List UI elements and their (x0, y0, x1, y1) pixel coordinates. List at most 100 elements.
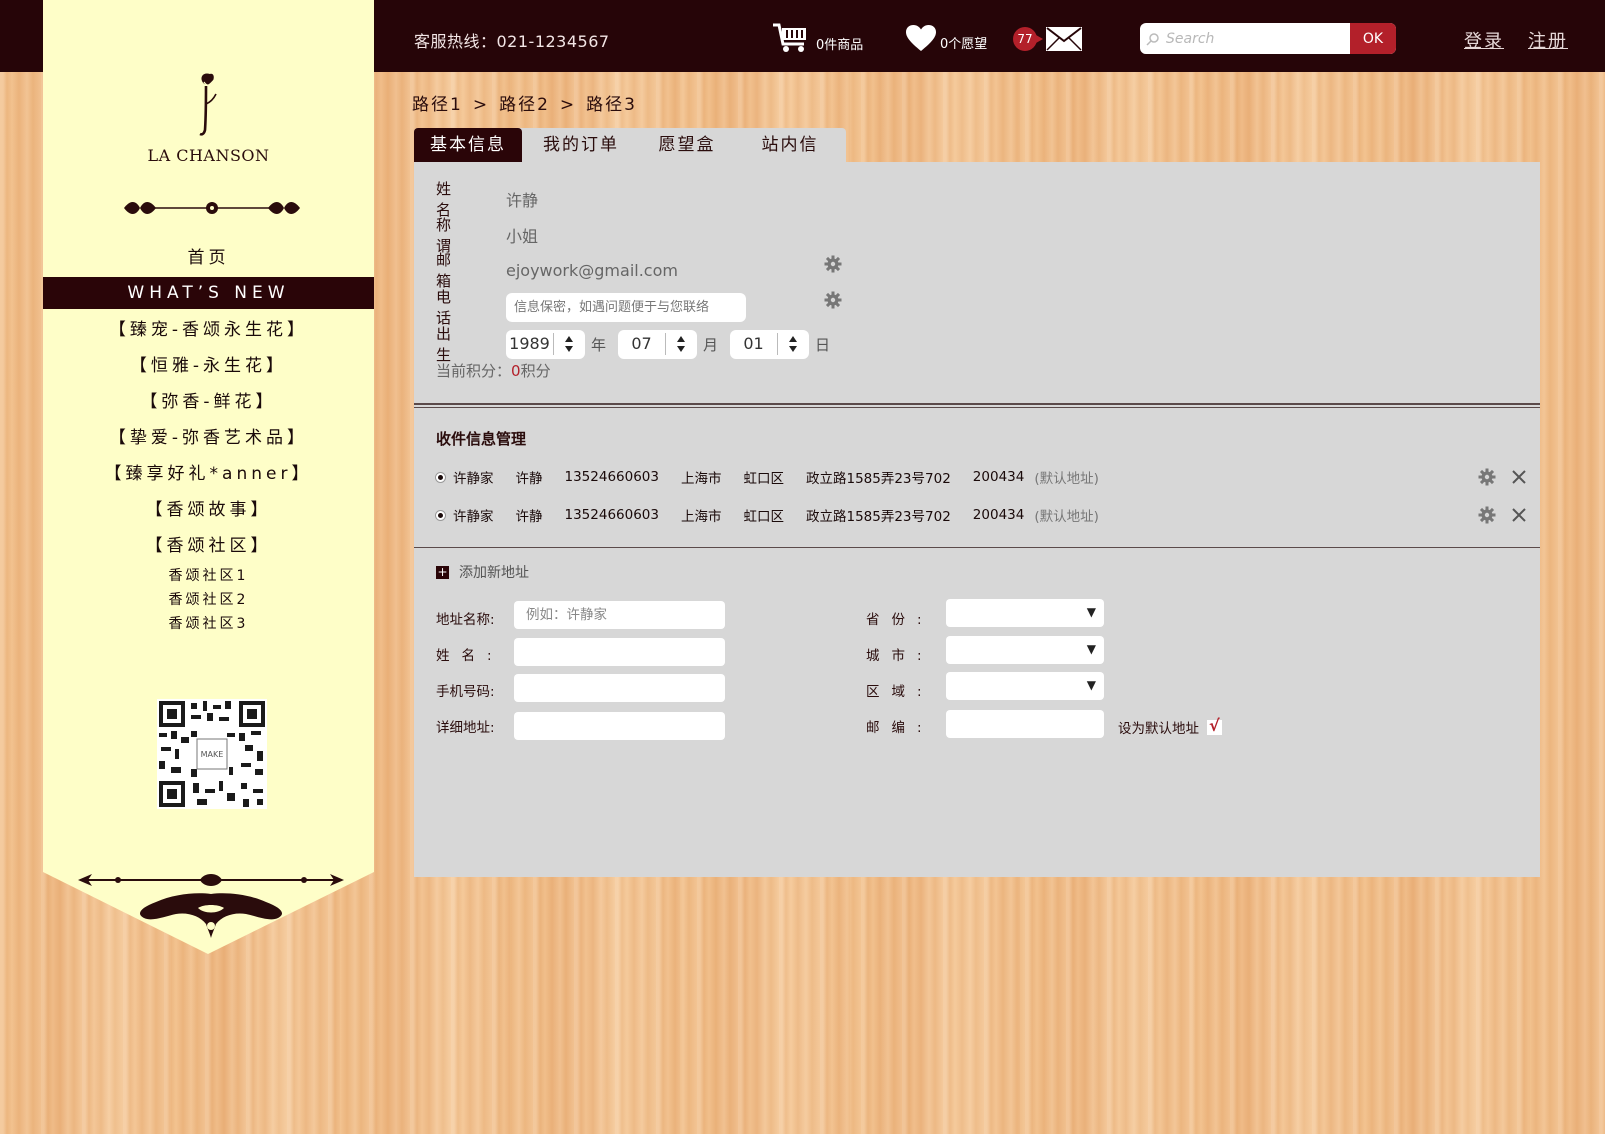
nav-community-2[interactable]: 香颂社区2 (43, 588, 374, 612)
year-stepper[interactable]: 1989 (506, 329, 585, 359)
divider-ornament-icon (124, 202, 300, 214)
delete-address-close-icon[interactable] (1512, 470, 1526, 484)
day-stepper[interactable]: 01 (730, 329, 810, 359)
default-address-tag: (默认地址) (1034, 471, 1099, 487)
set-default-checkbox[interactable]: 设为默认地址 √ (1118, 716, 1222, 737)
hotline-text: 客服热线：021-1234567 (414, 32, 610, 51)
mobile-input[interactable] (514, 674, 725, 702)
edit-phone-gear-icon[interactable] (824, 291, 842, 309)
chevron-down-icon: ▼ (1086, 642, 1096, 656)
search-button[interactable]: OK (1350, 23, 1396, 54)
address-row[interactable]: 许静家 许静 13524660603 上海市 虹口区 政立路1585弄23号70… (436, 465, 1526, 489)
area-select[interactable]: ▼ (946, 672, 1104, 700)
breadcrumb-separator: > (559, 95, 577, 115)
tab-messages[interactable]: 站内信 (734, 128, 846, 162)
nav-eternal-flowers[interactable]: 【臻宠-香颂永生花】 (43, 312, 374, 348)
nav-community-3[interactable]: 香颂社区3 (43, 612, 374, 636)
add-new-address-button[interactable]: + 添加新地址 (436, 562, 529, 582)
name-value: 许静 (506, 191, 539, 210)
address-city: 上海市 (680, 471, 722, 487)
address-street: 政立路1585弄23号702 (805, 471, 951, 487)
nav-community[interactable]: 【香颂社区】 (43, 528, 374, 564)
email-label: 邮箱 (436, 251, 482, 290)
nav-art[interactable]: 【挚爱-弥香艺术品】 (43, 420, 374, 456)
messages-link[interactable]: 77 (1013, 26, 1083, 52)
edit-email-gear-icon[interactable] (824, 255, 842, 273)
mobile-label: 手机号码: (436, 684, 495, 700)
address-alias-input[interactable] (514, 601, 725, 629)
address-actions (1478, 468, 1526, 486)
address-radio[interactable] (436, 510, 445, 520)
area-label: 区域: (866, 684, 934, 700)
register-link[interactable]: 注册 (1528, 27, 1568, 53)
nav-story[interactable]: 【香颂故事】 (43, 492, 374, 528)
address-radio[interactable] (436, 472, 445, 482)
section-divider (414, 403, 1540, 408)
cart-count: 0件商品 (816, 37, 864, 53)
nav-home[interactable]: 首页 (43, 240, 374, 276)
recipient-name-label: 姓名: (436, 648, 504, 664)
points-value: 0 (511, 361, 521, 380)
set-default-label: 设为默认地址 (1118, 721, 1199, 737)
month-unit: 月 (703, 335, 719, 354)
address-name: 许静 (515, 471, 543, 487)
chevron-down-icon: ▼ (1086, 678, 1096, 692)
nav-community-1[interactable]: 香颂社区1 (43, 564, 374, 588)
recipient-name-input[interactable] (514, 638, 725, 666)
search-input[interactable] (1166, 23, 1350, 54)
year-unit: 年 (591, 335, 607, 354)
phone-input[interactable] (506, 292, 746, 322)
zip-input[interactable] (946, 710, 1104, 738)
address-phone: 13524660603 (564, 469, 659, 485)
stepper-arrows-icon[interactable] (778, 335, 808, 353)
tab-my-orders[interactable]: 我的订单 (522, 128, 640, 162)
nav-fresh-flowers[interactable]: 【弥香-鲜花】 (43, 384, 374, 420)
year-value: 1989 (506, 333, 554, 355)
account-panel: 姓名 许静 称谓 小姐 邮箱 ejoywork@gmail.com 电话 出生 … (414, 162, 1540, 877)
stepper-arrows-icon[interactable] (554, 335, 584, 353)
nav-whats-new[interactable]: WHAT’S NEW (43, 277, 374, 309)
default-address-tag: (默认地址) (1034, 509, 1099, 525)
delete-address-close-icon[interactable] (1512, 508, 1526, 522)
province-select[interactable]: ▼ (946, 599, 1104, 627)
search-icon (1140, 23, 1166, 54)
month-stepper[interactable]: 07 (618, 329, 698, 359)
detail-address-label: 详细地址: (436, 720, 495, 736)
edit-address-gear-icon[interactable] (1478, 506, 1496, 524)
phone-label: 电话 (436, 288, 482, 327)
tab-wish-box[interactable]: 愿望盒 (640, 128, 734, 162)
detail-address-input[interactable] (514, 712, 725, 740)
cart-link[interactable]: 0件商品 (772, 22, 863, 54)
address-zip: 200434 (972, 507, 1025, 523)
chevron-down-icon: ▼ (1086, 605, 1096, 619)
wishlist-link[interactable]: 0个愿望 (906, 25, 987, 52)
birth-label: 出生 (436, 325, 482, 364)
edit-address-gear-icon[interactable] (1478, 468, 1496, 486)
brand-logo[interactable]: LA CHANSON (43, 70, 374, 165)
tab-basic-info[interactable]: 基本信息 (414, 128, 522, 162)
checkbox[interactable]: √ (1207, 716, 1222, 735)
address-divider (414, 547, 1540, 548)
plus-icon: + (436, 564, 449, 579)
address-row[interactable]: 许静家 许静 13524660603 上海市 虹口区 政立路1585弄23号70… (436, 503, 1526, 527)
email-value: ejoywork@gmail.com (506, 260, 678, 280)
breadcrumb-item[interactable]: 路径2 (499, 95, 550, 115)
qr-center-label: MAKE (201, 750, 224, 759)
add-new-address-label: 添加新地址 (459, 565, 529, 581)
bottom-ornament-icon (78, 874, 344, 938)
breadcrumb-item[interactable]: 路径1 (412, 95, 463, 115)
breadcrumb-separator: > (472, 95, 490, 115)
nav-hengya[interactable]: 【恒雅-永生花】 (43, 348, 374, 384)
login-link[interactable]: 登录 (1464, 27, 1504, 53)
stepper-arrows-icon[interactable] (666, 335, 696, 353)
address-name: 许静 (515, 509, 543, 525)
address-district: 虹口区 (743, 509, 784, 525)
city-select[interactable]: ▼ (946, 636, 1104, 664)
nav-gifts[interactable]: 【臻享好礼*anner】 (43, 456, 374, 492)
breadcrumb-item[interactable]: 路径3 (586, 95, 637, 115)
points-label: 当前积分： (436, 362, 512, 380)
points-row: 当前积分： 0 积分 (436, 360, 551, 381)
zip-label: 邮编: (866, 720, 934, 736)
address-phone: 13524660603 (564, 507, 659, 523)
city-label: 城市: (866, 648, 934, 664)
